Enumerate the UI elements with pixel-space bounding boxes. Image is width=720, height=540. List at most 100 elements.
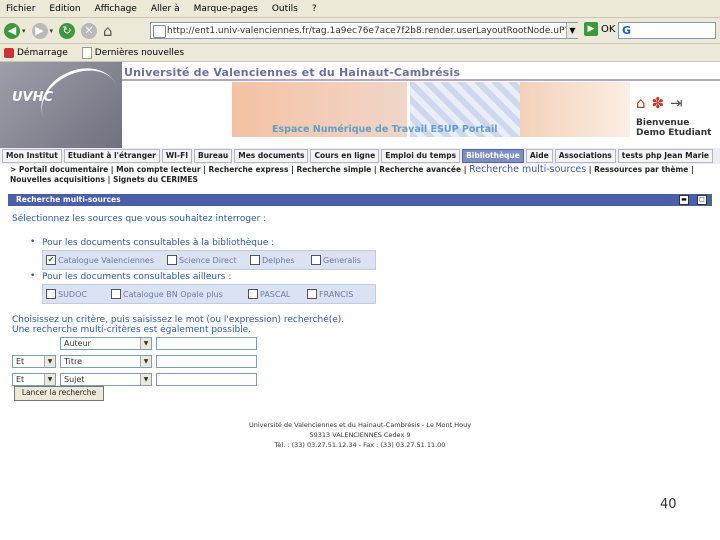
stop-icon: ✕ (81, 22, 98, 39)
checkbox[interactable] (167, 255, 177, 265)
tab-associations[interactable]: Associations (554, 149, 616, 163)
tab-mon-institut[interactable]: Mon Institut (2, 149, 62, 163)
source-catalogue-bn[interactable]: Catalogue BN Opale plus (111, 289, 245, 299)
footer-line-2: 59313 VALENCIENNES Cedex 9 (309, 431, 411, 439)
operator-value: Et (16, 357, 25, 366)
search-term-input-3[interactable] (156, 373, 257, 386)
google-search-input[interactable]: G (618, 22, 716, 39)
menu-edition[interactable]: Edition (49, 4, 80, 14)
subnav-selected[interactable]: Recherche multi-sources (469, 164, 586, 175)
source-sudoc[interactable]: SUDOC (46, 289, 108, 299)
logo-text: UVHC (12, 90, 54, 105)
tab-emploi-du-temps[interactable]: Emploi du temps (381, 149, 461, 163)
source-pascal[interactable]: PASCAL (248, 289, 304, 299)
footer-line-1: Université de Valenciennes et du Hainaut… (248, 421, 472, 429)
favicon-icon (153, 25, 166, 38)
library-subnav[interactable]: > Portail documentaire | Mon compte lect… (10, 165, 700, 185)
group1-label: Pour les documents consultables à la bib… (42, 238, 275, 248)
checkbox[interactable] (307, 289, 317, 299)
bookmark-label: Dernières nouvelles (94, 47, 185, 58)
tab-bibliotheque[interactable]: Bibliothèque (462, 149, 524, 163)
university-title: Université de Valenciennes et du Hainaut… (124, 66, 461, 79)
portal-banner: UVHC Université de Valenciennes et du Ha… (0, 56, 720, 148)
launch-search-button[interactable]: Lancer la recherche (14, 386, 104, 401)
banner-divider (122, 79, 720, 81)
checkbox[interactable] (250, 255, 260, 265)
operator-select-2[interactable]: Et ▼ (12, 355, 56, 368)
bullet-icon: • (30, 237, 36, 247)
panel-title: Recherche multi-sources (16, 195, 121, 204)
tab-bureau[interactable]: Bureau (193, 149, 233, 163)
home-icon[interactable]: ⌂ (636, 94, 646, 112)
chevron-down-icon: ▼ (140, 356, 151, 367)
home-button[interactable]: ⌂ (103, 22, 113, 40)
bookmark-demarrage[interactable]: Démarrage (4, 47, 68, 58)
field-value: Titre (64, 357, 83, 366)
menu-fichier[interactable]: Fichier (6, 4, 35, 14)
chevron-down-icon: ▼ (140, 374, 151, 385)
tab-etudiant-etranger[interactable]: Etudiant à l'étranger (63, 149, 160, 163)
menu-outils[interactable]: Outils (272, 4, 298, 14)
source-catalogue-valenciennes[interactable]: ✔ Catalogue Valenciennes (46, 255, 164, 265)
footer-line-3: Tél. : (33) 03.27.51.12.34 - Fax : (33) … (274, 441, 446, 449)
back-button[interactable]: ◀ ▾ (4, 22, 26, 39)
operator-select-3[interactable]: Et ▼ (12, 373, 56, 386)
source-science-direct[interactable]: Science Direct (167, 255, 247, 265)
tab-cours-en-ligne[interactable]: Cours en ligne (310, 149, 380, 163)
checkbox[interactable] (248, 289, 258, 299)
field-select-2[interactable]: Titre ▼ (60, 355, 152, 368)
page-icon (81, 46, 92, 59)
source-label: FRANCIS (319, 289, 354, 299)
menu-affichage[interactable]: Affichage (95, 4, 137, 14)
checkbox[interactable] (46, 289, 56, 299)
reload-button[interactable]: ↻ (59, 22, 76, 39)
menu-aller[interactable]: Aller à (151, 4, 180, 14)
source-label: PASCAL (260, 289, 291, 299)
forward-button[interactable]: ▶ ▾ (31, 22, 53, 39)
source-francis[interactable]: FRANCIS (307, 289, 353, 299)
menu-marque-pages[interactable]: Marque-pages (194, 4, 258, 14)
field-value: Auteur (64, 339, 91, 348)
url-dropdown-button[interactable]: ▼ (566, 23, 578, 38)
checkbox-checked[interactable]: ✔ (46, 255, 56, 265)
instruction-line-2: Une recherche multi-critères est égaleme… (12, 325, 252, 335)
source-label: Delphes (262, 255, 295, 265)
welcome-message: Bienvenue Demo Etudiant (636, 118, 711, 138)
field-value: Sujet (64, 375, 85, 384)
checkbox[interactable] (311, 255, 321, 265)
minimize-icon[interactable]: ▬ (679, 195, 689, 205)
source-label: SUDOC (58, 289, 87, 299)
go-button[interactable]: ▶ OK (584, 22, 615, 36)
source-label: Science Direct (179, 255, 237, 265)
tab-mes-documents[interactable]: Mes documents (234, 149, 309, 163)
tab-aide[interactable]: Aide (525, 149, 553, 163)
google-logo-text: G (622, 24, 632, 37)
bullet-icon: • (30, 271, 36, 281)
url-input[interactable]: http://ent1.univ-valenciennes.fr/tag.1a9… (150, 22, 578, 39)
search-term-input-2[interactable] (156, 355, 257, 368)
preferences-icon[interactable]: ✽ (652, 94, 665, 112)
maximize-icon[interactable]: □ (697, 195, 707, 205)
source-delphes[interactable]: Delphes (250, 255, 308, 265)
source-generalis[interactable]: Generalis (311, 255, 361, 265)
sources-prompt: Sélectionnez les sources que vous souhai… (12, 214, 267, 224)
field-select-3[interactable]: Sujet ▼ (60, 373, 152, 386)
bookmarks-bar: Démarrage Dernières nouvelles (0, 44, 720, 62)
subnav-links-1[interactable]: > Portail documentaire | Mon compte lect… (10, 165, 469, 174)
reload-icon: ↻ (59, 22, 76, 39)
tab-tests-php[interactable]: tests php Jean Marie (617, 149, 714, 163)
stop-button[interactable]: ✕ (81, 22, 98, 39)
field-select-1[interactable]: Auteur ▼ (60, 337, 152, 350)
bookmark-label: Démarrage (17, 47, 68, 58)
operator-value: Et (16, 375, 25, 384)
url-text: http://ent1.univ-valenciennes.fr/tag.1a9… (167, 26, 577, 36)
menu-aide[interactable]: ? (312, 4, 317, 14)
tab-wifi[interactable]: WI-FI (161, 149, 192, 163)
search-term-input-1[interactable] (156, 337, 257, 350)
welcome-user: Demo Etudiant (636, 128, 712, 138)
logout-icon[interactable]: ⇥ (670, 94, 683, 112)
uvhc-logo[interactable]: UVHC (0, 56, 130, 148)
checkbox[interactable] (111, 289, 121, 299)
portal-tabs: Mon Institut Etudiant à l'étranger WI-FI… (0, 148, 720, 164)
bookmark-dernieres-nouvelles[interactable]: Dernières nouvelles (81, 46, 185, 59)
